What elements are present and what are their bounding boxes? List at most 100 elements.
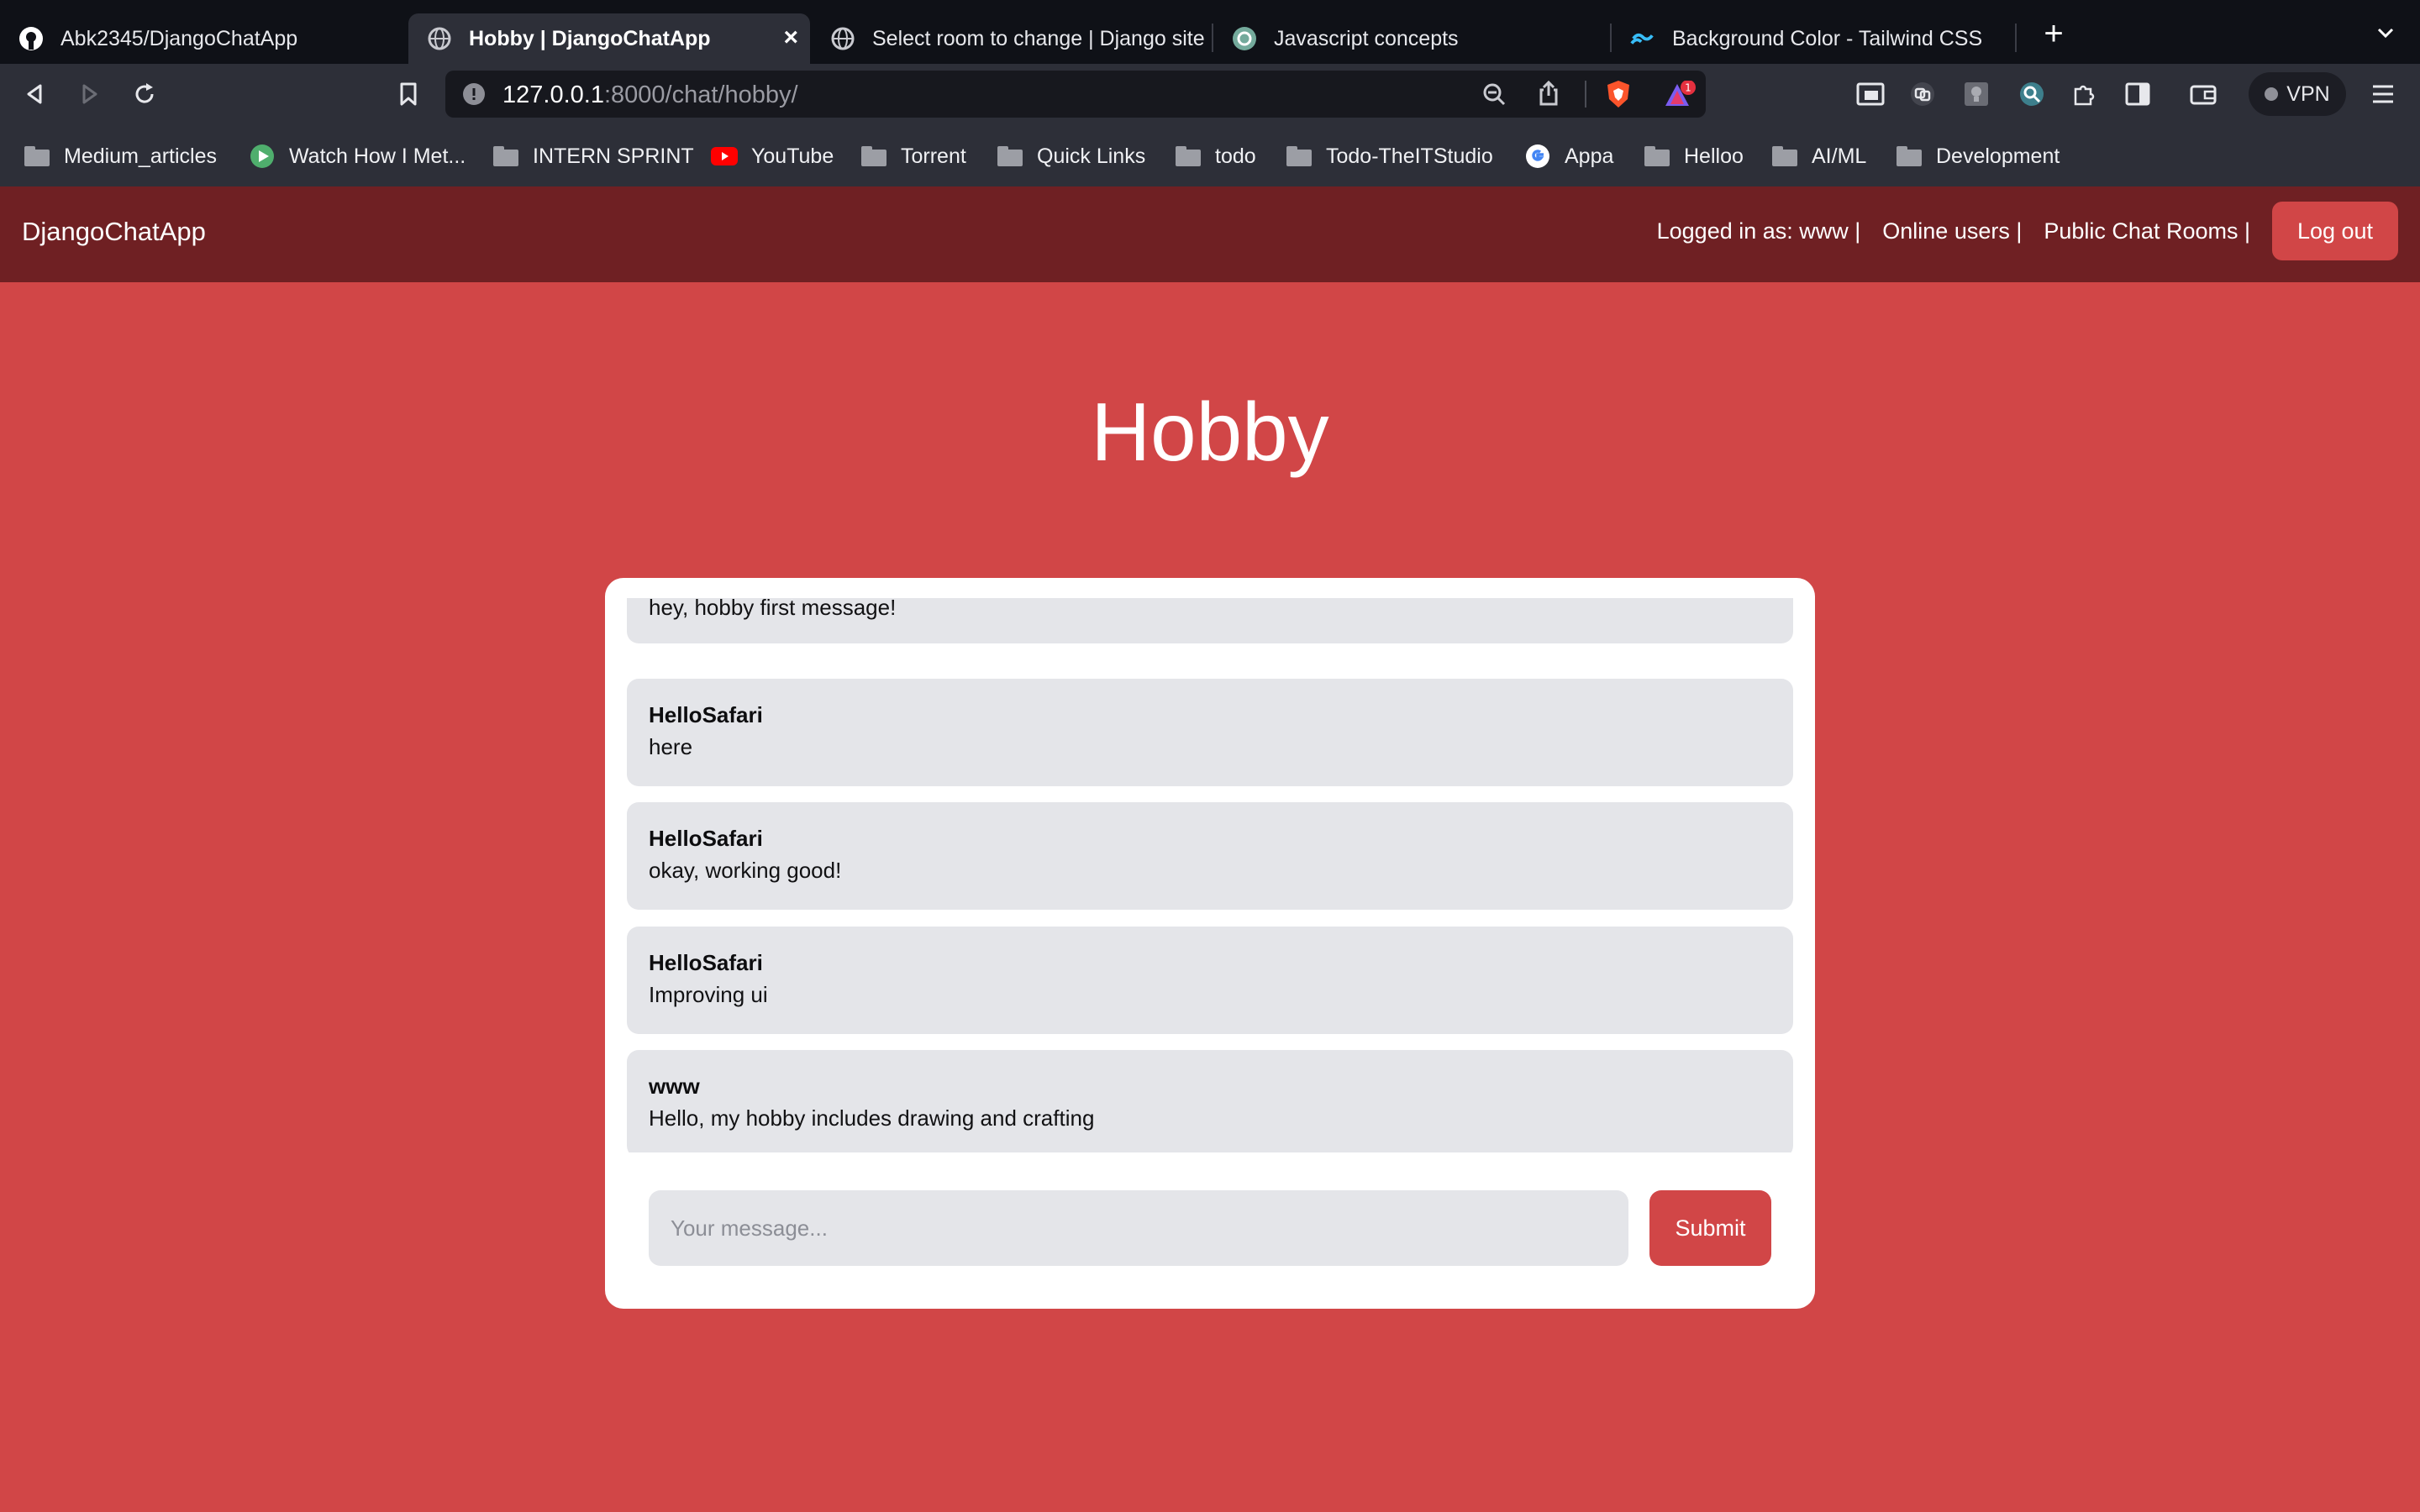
folder-icon [860,144,887,169]
bookmark-development[interactable]: Development [1896,134,2060,178]
folder-icon [24,144,50,169]
folder-icon [997,144,1023,169]
sidebar-toggle-icon[interactable] [2119,76,2156,113]
message-body: Hello, my hobby includes drawing and cra… [649,1105,1095,1131]
tab-title: Abk2345/DjangoChatApp [60,26,298,50]
bookmark-intern-sprint[interactable]: INTERN SPRINT [492,134,694,178]
browser-toolbar: 127.0.0.1:8000/chat/hobby/ 1 VPN Medium_… [0,64,2420,186]
tab-title: Select room to change | Django site admi… [872,26,1205,50]
address-bar[interactable]: 127.0.0.1:8000/chat/hobby/ 1 [445,71,1706,118]
message-body: hey, hobby first message! [649,598,897,620]
bookmark-medium-articles[interactable]: Medium_articles [24,134,217,178]
reload-icon[interactable] [126,76,163,113]
folder-icon [1771,144,1798,169]
bookmark-label: AI/ML [1812,144,1867,168]
extension-search-icon[interactable] [2013,76,2050,113]
tailwind-icon [1630,26,1655,51]
bookmark-label: Quick Links [1037,144,1146,168]
message-item: HelloSafari here [627,679,1793,786]
folder-icon [1644,144,1670,169]
brave-rewards-icon[interactable]: 1 [1664,80,1696,113]
forward-icon[interactable] [71,76,108,113]
message-author: HelloSafari [649,950,763,975]
brave-shield-icon[interactable] [1605,79,1632,113]
bookmark-watch-how-i-met[interactable]: Watch How I Met... [249,134,466,178]
bookmark-label: todo [1215,144,1256,168]
bookmark-appa[interactable]: Appa [1524,134,1613,178]
room-title: Hobby [1091,386,1329,478]
tab-github[interactable]: Abk2345/DjangoChatApp [0,13,407,64]
url-path: :8000/chat/hobby/ [603,81,798,108]
chatgpt-icon [1232,26,1257,51]
tab-title: Hobby | DjangoChatApp [469,26,711,50]
bookmark-quick-links[interactable]: Quick Links [997,134,1145,178]
message-author: www [649,1074,700,1099]
bookmarks-bar: Medium_articles Watch How I Met... INTER… [0,134,2420,178]
extension-lightbulb-icon[interactable] [1958,76,1995,113]
picture-in-picture-icon[interactable] [1852,76,1889,113]
wallet-icon[interactable] [2185,76,2222,113]
youtube-icon [711,144,738,169]
bookmark-torrent[interactable]: Torrent [860,134,966,178]
logout-button[interactable]: Log out [2272,202,2398,260]
tab-title: Javascript concepts [1274,26,1459,50]
google-icon [1524,144,1551,169]
play-icon [249,144,276,169]
bookmark-todo[interactable]: todo [1175,134,1256,178]
message-item: www Hello, my hobby includes drawing and… [627,1050,1793,1152]
bookmark-label: Medium_articles [64,144,218,168]
message-author: HelloSafari [649,702,763,727]
bookmark-label: Watch How I Met... [289,144,466,168]
extensions-puzzle-icon[interactable] [2065,76,2102,113]
close-icon[interactable]: × [783,25,798,50]
bookmark-todo-theitstudio[interactable]: Todo-TheITStudio [1286,134,1493,178]
vpn-label: VPN [2286,81,2330,106]
share-icon[interactable] [1538,80,1560,110]
message-body: Improving ui [649,982,768,1007]
brand-link[interactable]: DjangoChatApp [22,217,206,247]
public-chat-rooms-link[interactable]: Public Chat Rooms | [2044,218,2250,244]
browser-tab-bar: Abk2345/DjangoChatApp Hobby | DjangoChat… [0,0,2420,64]
bookmark-label: YouTube [751,144,834,168]
bookmark-label: INTERN SPRINT [533,144,694,168]
tab-django-admin[interactable]: Select room to change | Django site admi… [812,13,1205,64]
online-users-link[interactable]: Online users | [1882,218,2022,244]
tab-tailwind[interactable]: Background Color - Tailwind CSS [1612,13,2015,64]
messages-list[interactable]: hey, hobby first message! HelloSafari he… [627,598,1793,1152]
divider [1585,81,1586,108]
menu-hamburger-icon[interactable] [2365,76,2402,113]
bookmark-label: Development [1936,144,2060,168]
logged-in-as-label: Logged in as: www | [1656,218,1861,244]
tab-hobby-active[interactable]: Hobby | DjangoChatApp × [408,13,810,64]
chat-card: hey, hobby first message! HelloSafari he… [605,578,1815,1309]
bookmark-youtube[interactable]: YouTube [711,134,834,178]
new-tab-plus-icon[interactable]: + [2037,17,2070,50]
folder-icon [1175,144,1202,169]
tab-title: Background Color - Tailwind CSS [1672,26,1983,50]
site-info-icon[interactable] [462,82,486,110]
bookmark-icon[interactable] [390,76,427,113]
vpn-status-icon [2265,87,2279,101]
submit-button[interactable]: Submit [1649,1190,1771,1266]
zoom-icon[interactable] [1482,82,1506,110]
folder-icon [492,144,519,169]
bookmark-label: Torrent [901,144,966,168]
message-input[interactable] [649,1190,1628,1266]
bookmark-ai-ml[interactable]: AI/ML [1771,134,1866,178]
tab-javascript-concepts[interactable]: Javascript concepts [1213,13,1608,64]
extension-link-icon[interactable] [1904,76,1941,113]
message-item: HelloSafari Improving ui [627,927,1793,1034]
bookmark-helloo[interactable]: Helloo [1644,134,1744,178]
vpn-button[interactable]: VPN [2249,72,2346,116]
rewards-badge-count: 1 [1685,82,1691,94]
back-icon[interactable] [17,76,54,113]
url-text[interactable]: 127.0.0.1:8000/chat/hobby/ [502,81,798,109]
url-host: 127.0.0.1 [502,81,604,108]
bookmark-label: Todo-TheITStudio [1326,144,1493,168]
folder-icon [1286,144,1313,169]
globe-icon [830,26,855,51]
tab-list-chevron-down-icon[interactable] [2371,18,2400,47]
nav-links: Logged in as: www | Online users | Publi… [1657,218,2250,244]
globe-icon [427,26,452,51]
github-icon [18,26,44,51]
